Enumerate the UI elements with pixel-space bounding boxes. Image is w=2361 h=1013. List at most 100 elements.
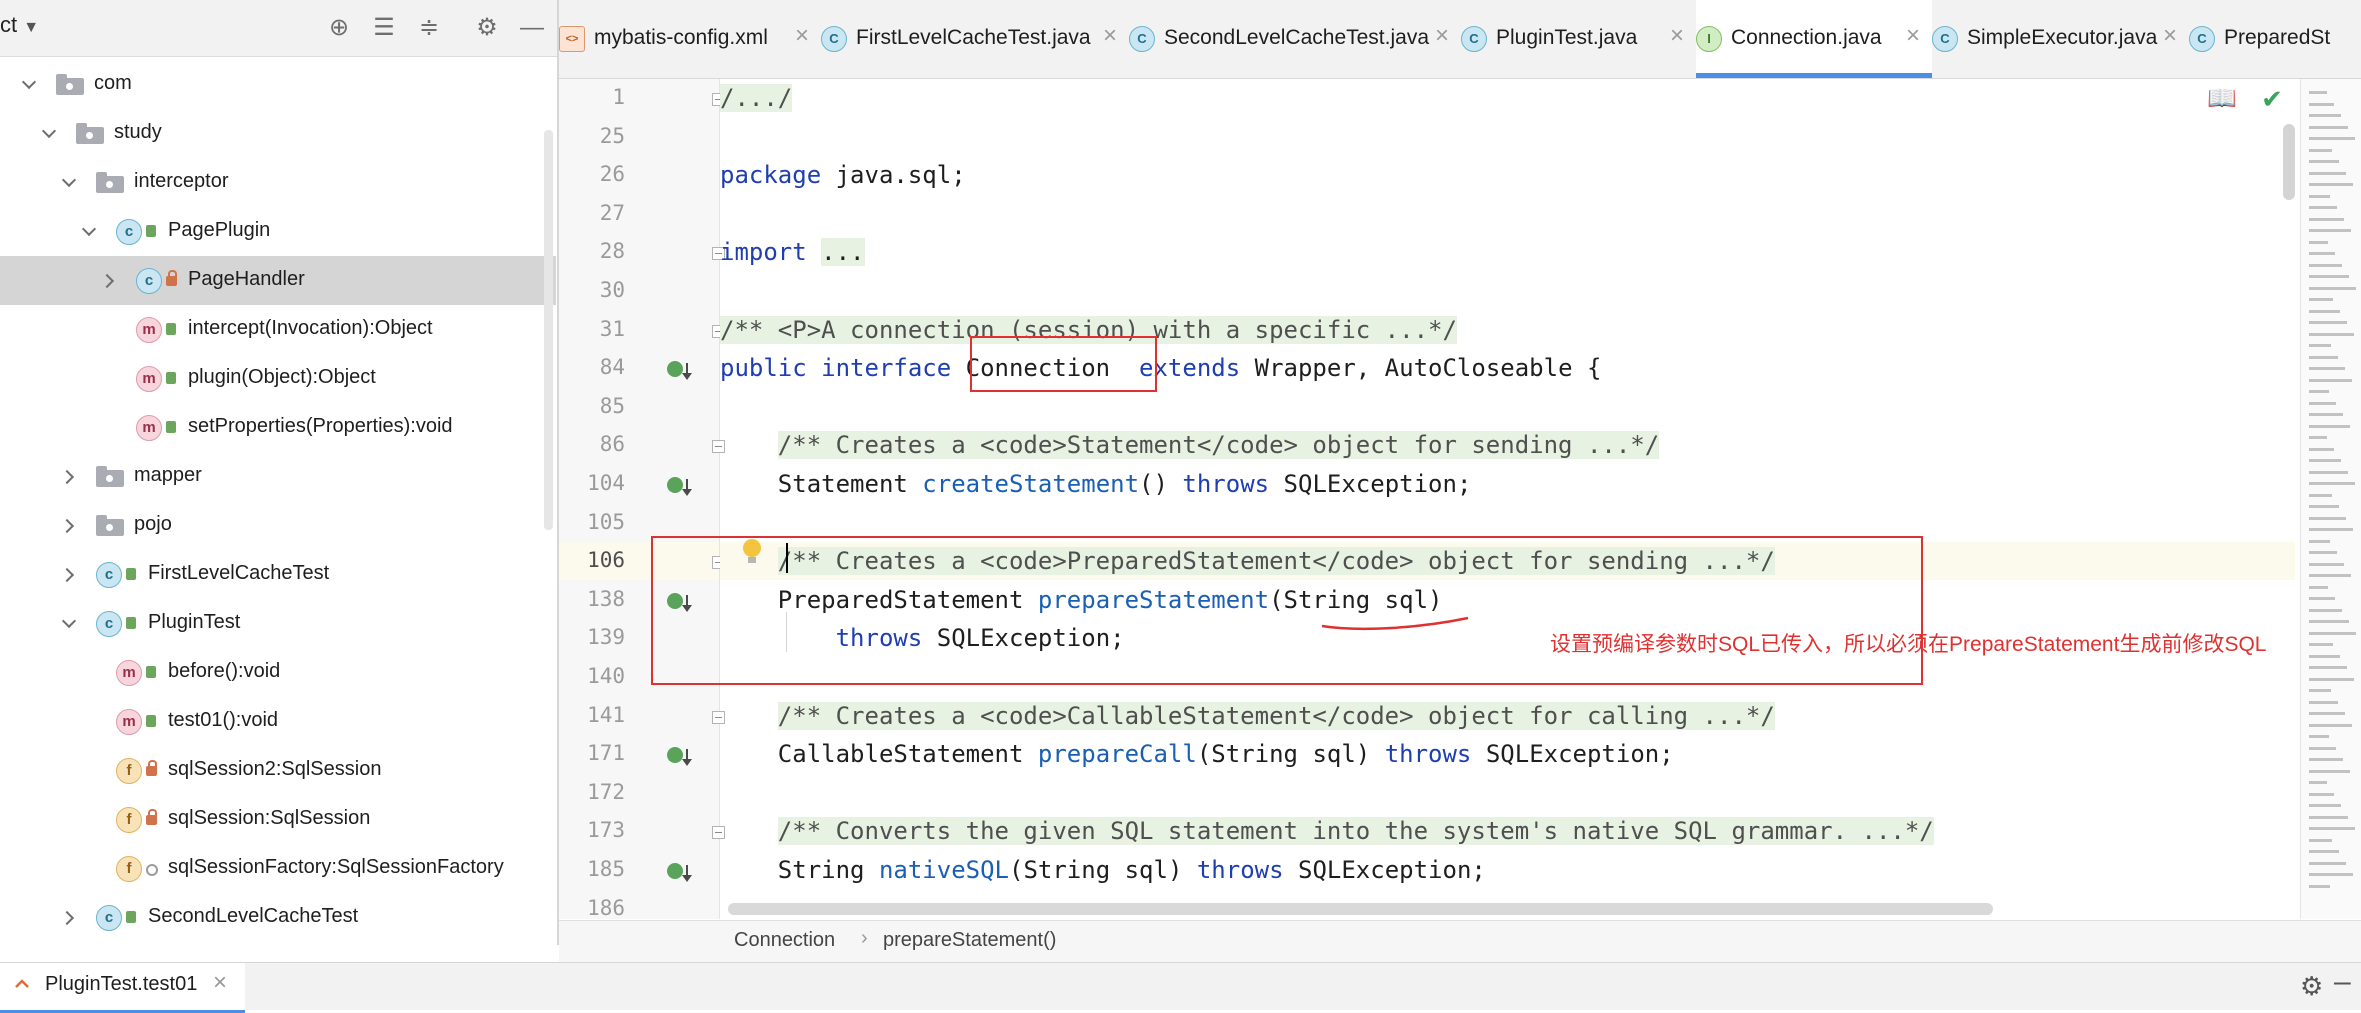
close-icon[interactable]: × bbox=[2163, 22, 2177, 50]
class-icon: C bbox=[1129, 26, 1155, 52]
editor-horizontal-scrollbar[interactable] bbox=[728, 903, 1993, 915]
hide-panel-icon[interactable]: — bbox=[518, 14, 546, 42]
tree-item[interactable]: m test01():void bbox=[0, 697, 556, 746]
code-editor[interactable]: /.../ package java.sql; import ... /** <P>A… bbox=[720, 79, 2295, 919]
class-icon: C bbox=[2189, 26, 2215, 52]
implemented-marker-icon[interactable] bbox=[667, 747, 692, 767]
editor-tab[interactable]: C PreparedSt bbox=[2189, 0, 2361, 78]
code-line[interactable]: /** <P>A connection (session) with a spe… bbox=[720, 311, 2295, 349]
tree-item[interactable]: f sqlSession2:SqlSession bbox=[0, 746, 556, 795]
tree-item[interactable]: m setProperties(Properties):void bbox=[0, 403, 556, 452]
error-stripe-mark bbox=[2309, 367, 2345, 370]
code-line[interactable]: String nativeSQL(String sql) throws SQLE… bbox=[720, 851, 2295, 889]
editor-tab[interactable]: <> mybatis-config.xml × bbox=[559, 0, 821, 78]
breadcrumb-item[interactable]: prepareStatement() bbox=[883, 929, 1056, 952]
tree-item-label: intercept(Invocation):Object bbox=[188, 317, 433, 339]
code-line[interactable]: CallableStatement prepareCall(String sql… bbox=[720, 735, 2295, 773]
hide-panel-icon[interactable]: – bbox=[2334, 965, 2351, 999]
editor-tab[interactable]: C SecondLevelCacheTest.java × bbox=[1129, 0, 1461, 78]
tree-item[interactable]: com bbox=[0, 60, 556, 109]
code-line[interactable]: package java.sql; bbox=[720, 156, 2295, 194]
breadcrumb-item[interactable]: Connection bbox=[734, 929, 835, 952]
code-line[interactable] bbox=[720, 118, 2295, 156]
code-line[interactable]: import ... bbox=[720, 233, 2295, 271]
gear-icon[interactable]: ⚙ bbox=[2300, 971, 2323, 1002]
close-icon[interactable]: × bbox=[1435, 22, 1449, 50]
code-line[interactable]: /** Creates a <code>Statement</code> obj… bbox=[720, 426, 2295, 464]
close-icon[interactable]: × bbox=[213, 969, 227, 997]
code-line[interactable] bbox=[720, 272, 2295, 310]
code-line[interactable]: /** Converts the given SQL statement int… bbox=[720, 812, 2295, 850]
chevron-down-icon[interactable] bbox=[40, 122, 58, 144]
expand-all-icon[interactable]: ☰ bbox=[370, 14, 398, 42]
chevron-down-icon[interactable] bbox=[60, 171, 78, 193]
editor-tab[interactable]: C FirstLevelCacheTest.java × bbox=[821, 0, 1129, 78]
tree-item[interactable]: m intercept(Invocation):Object bbox=[0, 305, 556, 354]
tree-item[interactable]: c PagePlugin bbox=[0, 207, 556, 256]
error-stripe[interactable] bbox=[2300, 79, 2361, 919]
run-tab[interactable]: PluginTest.test01 × bbox=[0, 963, 245, 1013]
editor-tab-label: Connection.java bbox=[1731, 26, 1882, 49]
close-icon[interactable]: × bbox=[1906, 22, 1920, 50]
chevron-down-icon[interactable] bbox=[20, 73, 38, 95]
chevron-down-icon[interactable] bbox=[60, 612, 78, 634]
error-stripe-mark bbox=[2309, 286, 2356, 290]
error-stripe-mark bbox=[2309, 528, 2353, 531]
package-visibility-icon bbox=[146, 864, 158, 876]
tree-item[interactable]: interceptor bbox=[0, 158, 556, 207]
collapse-all-icon[interactable]: ≑ bbox=[415, 14, 443, 42]
locate-icon[interactable]: ⊕ bbox=[325, 14, 353, 42]
method-icon: m bbox=[116, 660, 142, 686]
tree-item-label: pojo bbox=[134, 513, 172, 535]
tree-item[interactable]: m plugin(Object):Object bbox=[0, 354, 556, 403]
close-icon[interactable]: × bbox=[795, 22, 809, 50]
chevron-right-icon[interactable] bbox=[60, 563, 78, 585]
close-icon[interactable]: × bbox=[1670, 22, 1684, 50]
chevron-right-icon[interactable] bbox=[60, 906, 78, 928]
tree-item[interactable]: c PluginTest bbox=[0, 599, 556, 648]
code-line[interactable]: public interface Connection extends Wrap… bbox=[720, 349, 2295, 387]
close-icon[interactable]: × bbox=[1103, 22, 1117, 50]
tree-item[interactable]: f sqlSession:SqlSession bbox=[0, 795, 556, 844]
class-icon: C bbox=[821, 26, 847, 52]
annotation-note: 设置预编译参数时SQL已传入，所以必须在PrepareStatement生成前修… bbox=[1550, 633, 2267, 656]
code-token: (String sql) bbox=[1009, 856, 1197, 884]
implemented-marker-icon[interactable] bbox=[667, 863, 692, 882]
editor-tab[interactable]: I Connection.java × bbox=[1696, 0, 1932, 78]
chevron-down-icon[interactable] bbox=[80, 220, 98, 242]
tree-item[interactable]: study bbox=[0, 109, 556, 158]
tree-item[interactable]: mapper bbox=[0, 452, 556, 501]
tree-item[interactable]: pojo bbox=[0, 501, 556, 550]
tree-item[interactable]: m before():void bbox=[0, 648, 556, 697]
gear-icon[interactable]: ⚙ bbox=[473, 14, 501, 42]
tree-item[interactable]: c FirstLevelCacheTest bbox=[0, 550, 556, 599]
line-number: 140 bbox=[587, 664, 625, 688]
code-line[interactable]: Statement createStatement() throws SQLEx… bbox=[720, 465, 2295, 503]
error-stripe-mark bbox=[2309, 206, 2337, 209]
error-stripe-mark bbox=[2309, 436, 2327, 439]
chevron-right-icon[interactable] bbox=[100, 269, 118, 291]
chevron-right-icon[interactable] bbox=[60, 514, 78, 536]
code-line[interactable]: /.../ bbox=[720, 79, 2295, 117]
chevron-right-icon[interactable] bbox=[60, 465, 78, 487]
public-visibility-icon bbox=[126, 617, 136, 629]
code-token: Statement bbox=[720, 470, 923, 498]
editor-tab[interactable]: C SimpleExecutor.java × bbox=[1932, 0, 2189, 78]
tree-item[interactable]: f sqlSessionFactory:SqlSessionFactory bbox=[0, 844, 556, 893]
code-line[interactable] bbox=[720, 388, 2295, 426]
project-tree-scrollbar[interactable] bbox=[544, 130, 553, 530]
tree-item[interactable]: c SecondLevelCacheTest bbox=[0, 893, 556, 942]
editor-vertical-scrollbar[interactable] bbox=[2283, 124, 2295, 200]
project-view-selector[interactable]: ct ▼ bbox=[0, 12, 39, 38]
code-line[interactable]: /** Creates a <code>CallableStatement</c… bbox=[720, 697, 2295, 735]
tree-item[interactable]: c PageHandler bbox=[0, 256, 556, 305]
implemented-marker-icon[interactable] bbox=[667, 361, 692, 381]
line-number: 27 bbox=[599, 200, 625, 225]
reader-mode-icon[interactable]: 📖 bbox=[2205, 84, 2239, 114]
error-stripe-mark bbox=[2309, 309, 2340, 313]
editor-tab[interactable]: C PluginTest.java × bbox=[1461, 0, 1696, 78]
code-line[interactable] bbox=[720, 195, 2295, 233]
code-line[interactable] bbox=[720, 774, 2295, 812]
implemented-marker-icon[interactable] bbox=[667, 477, 692, 496]
inspection-ok-icon[interactable]: ✔ bbox=[2257, 84, 2287, 114]
